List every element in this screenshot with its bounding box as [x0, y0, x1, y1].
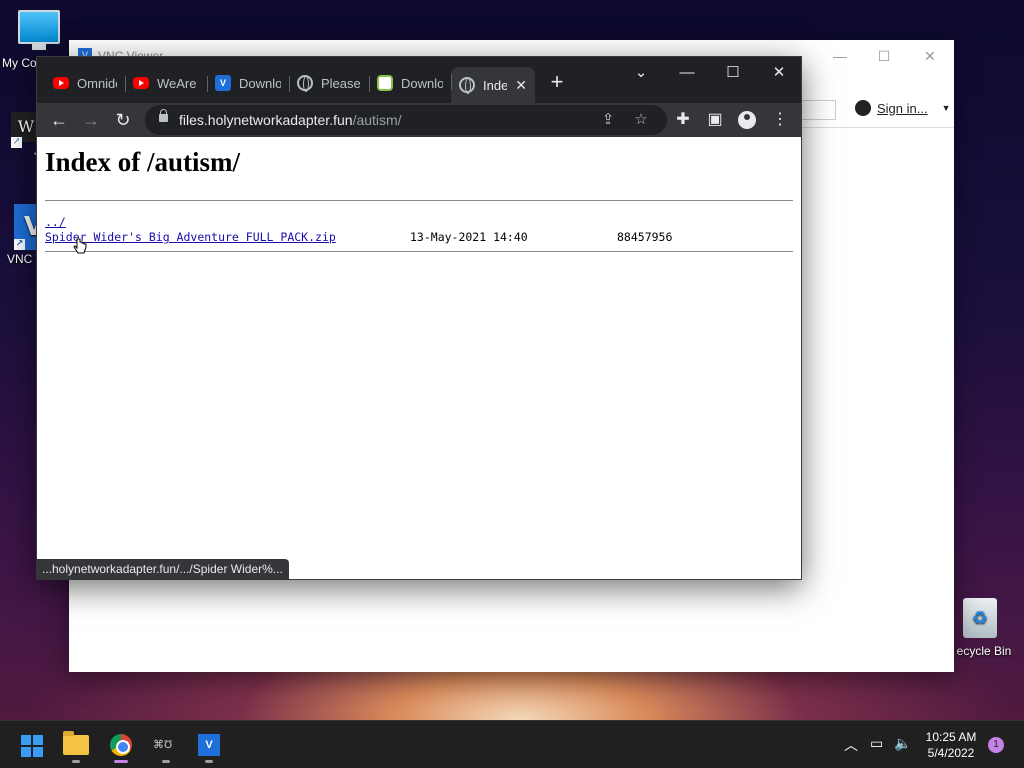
- link-status-bubble: ...holynetworkadapter.fun/.../Spider Wid…: [36, 559, 289, 580]
- back-button[interactable]: ←: [46, 107, 72, 133]
- tab-index-active[interactable]: Inde ✕: [451, 67, 535, 103]
- browser-window[interactable]: Omnide WeAreD V Downlo Please Downlo Ind…: [36, 56, 802, 580]
- bookmark-star-icon[interactable]: ☆: [630, 109, 652, 131]
- taskbar-wacom[interactable]: ⌘Ʊ: [149, 729, 183, 763]
- forward-button[interactable]: →: [78, 107, 104, 133]
- show-hidden-icons-chevron-icon[interactable]: ︿: [844, 735, 858, 755]
- vnc-icon: V: [198, 734, 220, 756]
- sign-in-button[interactable]: Sign in... ▼: [855, 100, 951, 116]
- minimize-button[interactable]: —: [667, 61, 707, 85]
- recycle-bin-icon: ♻: [963, 598, 997, 638]
- new-tab-button[interactable]: +: [545, 71, 569, 95]
- lock-icon[interactable]: [159, 109, 168, 122]
- shortcut-arrow-icon: ↗: [14, 239, 25, 250]
- running-indicator: [72, 760, 80, 763]
- address-bar[interactable]: files.holynetworkadapter.fun/autism/ ⇪ ☆: [145, 105, 667, 135]
- page-title: Index of /autism/: [45, 147, 241, 177]
- youtube-icon: [133, 77, 149, 89]
- close-button[interactable]: ✕: [915, 46, 945, 66]
- clock-date: 5/4/2022: [927, 746, 975, 760]
- close-button[interactable]: ✕: [759, 61, 799, 85]
- tab-youtube-omnide[interactable]: Omnide: [45, 69, 125, 97]
- globe-icon: [459, 77, 475, 94]
- maximize-button[interactable]: ☐: [869, 46, 899, 66]
- system-clock[interactable]: 10:25 AM 5/4/2022: [920, 729, 982, 761]
- notification-badge[interactable]: 1: [988, 737, 1004, 753]
- shortcut-arrow-icon: ↗: [11, 137, 22, 148]
- menu-kebab-icon[interactable]: ⋮: [768, 108, 792, 132]
- url-text[interactable]: files.holynetworkadapter.fun/autism/: [179, 112, 402, 128]
- search-input[interactable]: [799, 100, 836, 120]
- folder-icon: [63, 731, 89, 755]
- divider: [45, 251, 793, 252]
- page-content: Index of /autism/ ../ Spider Wider's Big…: [37, 137, 801, 579]
- file-link[interactable]: Spider Wider's Big Adventure FULL PACK.z…: [45, 230, 336, 244]
- file-date: 13-May-2021 14:40: [410, 230, 528, 244]
- monitor-icon: [18, 10, 60, 50]
- network-icon[interactable]: ▭: [870, 735, 883, 752]
- profile-avatar-icon[interactable]: [738, 111, 756, 129]
- user-icon: [855, 100, 871, 116]
- divider: [45, 200, 793, 201]
- reload-button[interactable]: ↻: [110, 107, 136, 133]
- tab-search-button[interactable]: ⌄: [621, 61, 661, 85]
- download-site-icon: [377, 75, 393, 91]
- vnc-icon: V: [215, 75, 231, 91]
- file-size: 88457956: [617, 230, 673, 244]
- taskbar-chrome[interactable]: [104, 729, 138, 763]
- tab-youtube-weared[interactable]: WeAreD: [125, 69, 205, 97]
- tab-vnc-download[interactable]: V Downlo: [207, 69, 289, 97]
- tab-please[interactable]: Please: [289, 69, 369, 97]
- hand-cursor-icon: [73, 238, 87, 254]
- clock-time: 10:25 AM: [925, 730, 977, 744]
- dropdown-arrow-icon: ▼: [941, 103, 951, 113]
- wacom-icon: ⌘Ʊ: [153, 739, 173, 751]
- tab-close-icon[interactable]: ✕: [515, 77, 527, 94]
- side-panel-icon[interactable]: ▣: [703, 108, 727, 132]
- taskbar-file-explorer[interactable]: [59, 729, 93, 763]
- minimize-button[interactable]: —: [825, 46, 855, 66]
- tab-download[interactable]: Downlo: [369, 69, 451, 97]
- youtube-icon: [53, 77, 69, 89]
- list-item: Spider Wider's Big Adventure FULL PACK.z…: [45, 230, 793, 245]
- browser-toolbar: ← → ↻ files.holynetworkadapter.fun/autis…: [37, 103, 801, 137]
- maximize-button[interactable]: ☐: [713, 61, 753, 85]
- volume-icon[interactable]: 🔈: [894, 735, 911, 752]
- file-listing: ../ Spider Wider's Big Adventure FULL PA…: [45, 215, 793, 245]
- windows-logo-icon: [21, 735, 43, 757]
- running-indicator: [162, 760, 170, 763]
- chrome-icon: [110, 734, 132, 756]
- running-indicator: [114, 760, 128, 763]
- extensions-puzzle-icon[interactable]: ✚: [671, 108, 695, 132]
- parent-directory-link[interactable]: ../: [45, 215, 66, 229]
- globe-icon: [297, 75, 313, 92]
- start-button[interactable]: [12, 729, 46, 761]
- share-icon[interactable]: ⇪: [597, 109, 619, 131]
- running-indicator: [205, 760, 213, 763]
- desktop-icon-label: ecycle Bin: [956, 644, 1012, 658]
- taskbar: ⌘Ʊ V ︿ ▭ 🔈 10:25 AM 5/4/2022 1: [0, 720, 1024, 768]
- list-item: ../: [45, 215, 793, 230]
- taskbar-vnc-viewer[interactable]: V: [192, 729, 226, 763]
- tab-strip[interactable]: Omnide WeAreD V Downlo Please Downlo Ind…: [37, 57, 801, 103]
